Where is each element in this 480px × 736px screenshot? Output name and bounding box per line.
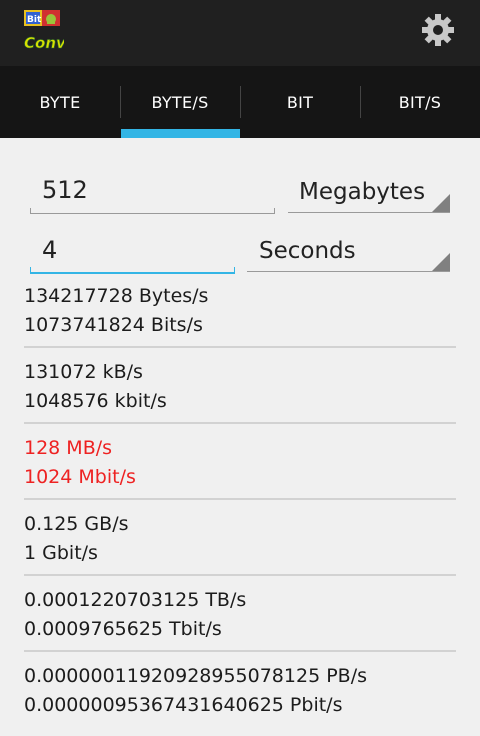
tab-byte-per-second[interactable]: BYTE/S xyxy=(120,66,240,138)
tab-bit[interactable]: BIT xyxy=(240,66,360,138)
gear-icon[interactable] xyxy=(419,11,457,49)
size-input[interactable]: 512 xyxy=(42,176,88,204)
divider xyxy=(24,346,456,348)
result-petabytes-per-second: 0.00000011920928955078125 PB/s 0.0000009… xyxy=(24,662,367,720)
result-line: 0.0009765625 Tbit/s xyxy=(24,618,222,640)
result-line: 1073741824 Bits/s xyxy=(24,314,203,336)
divider xyxy=(24,422,456,424)
size-input-tick-right xyxy=(274,208,275,214)
tab-bit-per-second[interactable]: BIT/S xyxy=(360,66,480,138)
result-terabytes-per-second: 0.0001220703125 TB/s 0.0009765625 Tbit/s xyxy=(24,586,246,644)
time-input-tick-right xyxy=(234,267,235,273)
time-unit-spinner[interactable]: Seconds xyxy=(259,238,356,264)
tab-bar: BYTE BYTE/S BIT BIT/S xyxy=(0,66,480,138)
result-line: 1048576 kbit/s xyxy=(24,390,167,412)
result-megabytes-per-second: 128 MB/s 1024 Mbit/s xyxy=(24,434,136,492)
bit-converter-logo-icon[interactable]: Bit Conv xyxy=(22,8,64,54)
size-input-tick-left xyxy=(30,208,31,214)
tab-byte[interactable]: BYTE xyxy=(0,66,120,138)
result-line: 1024 Mbit/s xyxy=(24,466,136,488)
time-input-tick-left xyxy=(30,267,31,273)
time-input[interactable]: 4 xyxy=(42,236,57,264)
svg-text:Conv: Conv xyxy=(24,34,64,52)
active-tab-indicator xyxy=(121,129,240,138)
divider xyxy=(24,650,456,652)
result-line: 1 Gbit/s xyxy=(24,542,98,564)
size-unit-spinner[interactable]: Megabytes xyxy=(299,179,425,205)
result-line: 0.125 GB/s xyxy=(24,513,129,535)
size-unit-spinner-underline xyxy=(288,212,450,213)
result-bytes-per-second: 134217728 Bytes/s 1073741824 Bits/s xyxy=(24,282,208,340)
result-line: 0.00000095367431640625 Pbit/s xyxy=(24,694,343,716)
result-line: 134217728 Bytes/s xyxy=(24,285,209,307)
size-input-underline xyxy=(30,213,275,214)
action-bar: Bit Conv xyxy=(0,0,480,66)
result-gigabytes-per-second: 0.125 GB/s 1 Gbit/s xyxy=(24,510,129,568)
result-line: 0.00000011920928955078125 PB/s xyxy=(24,665,367,687)
svg-text:Bit: Bit xyxy=(27,15,42,25)
result-kilobytes-per-second: 131072 kB/s 1048576 kbit/s xyxy=(24,358,167,416)
result-line: 131072 kB/s xyxy=(24,361,143,383)
divider xyxy=(24,498,456,500)
time-input-underline xyxy=(30,272,235,274)
time-unit-spinner-underline xyxy=(247,271,450,272)
divider xyxy=(24,574,456,576)
dropdown-arrow-icon[interactable] xyxy=(432,194,450,212)
result-line: 0.0001220703125 TB/s xyxy=(24,589,247,611)
dropdown-arrow-icon[interactable] xyxy=(432,253,450,271)
result-line: 128 MB/s xyxy=(24,437,113,459)
